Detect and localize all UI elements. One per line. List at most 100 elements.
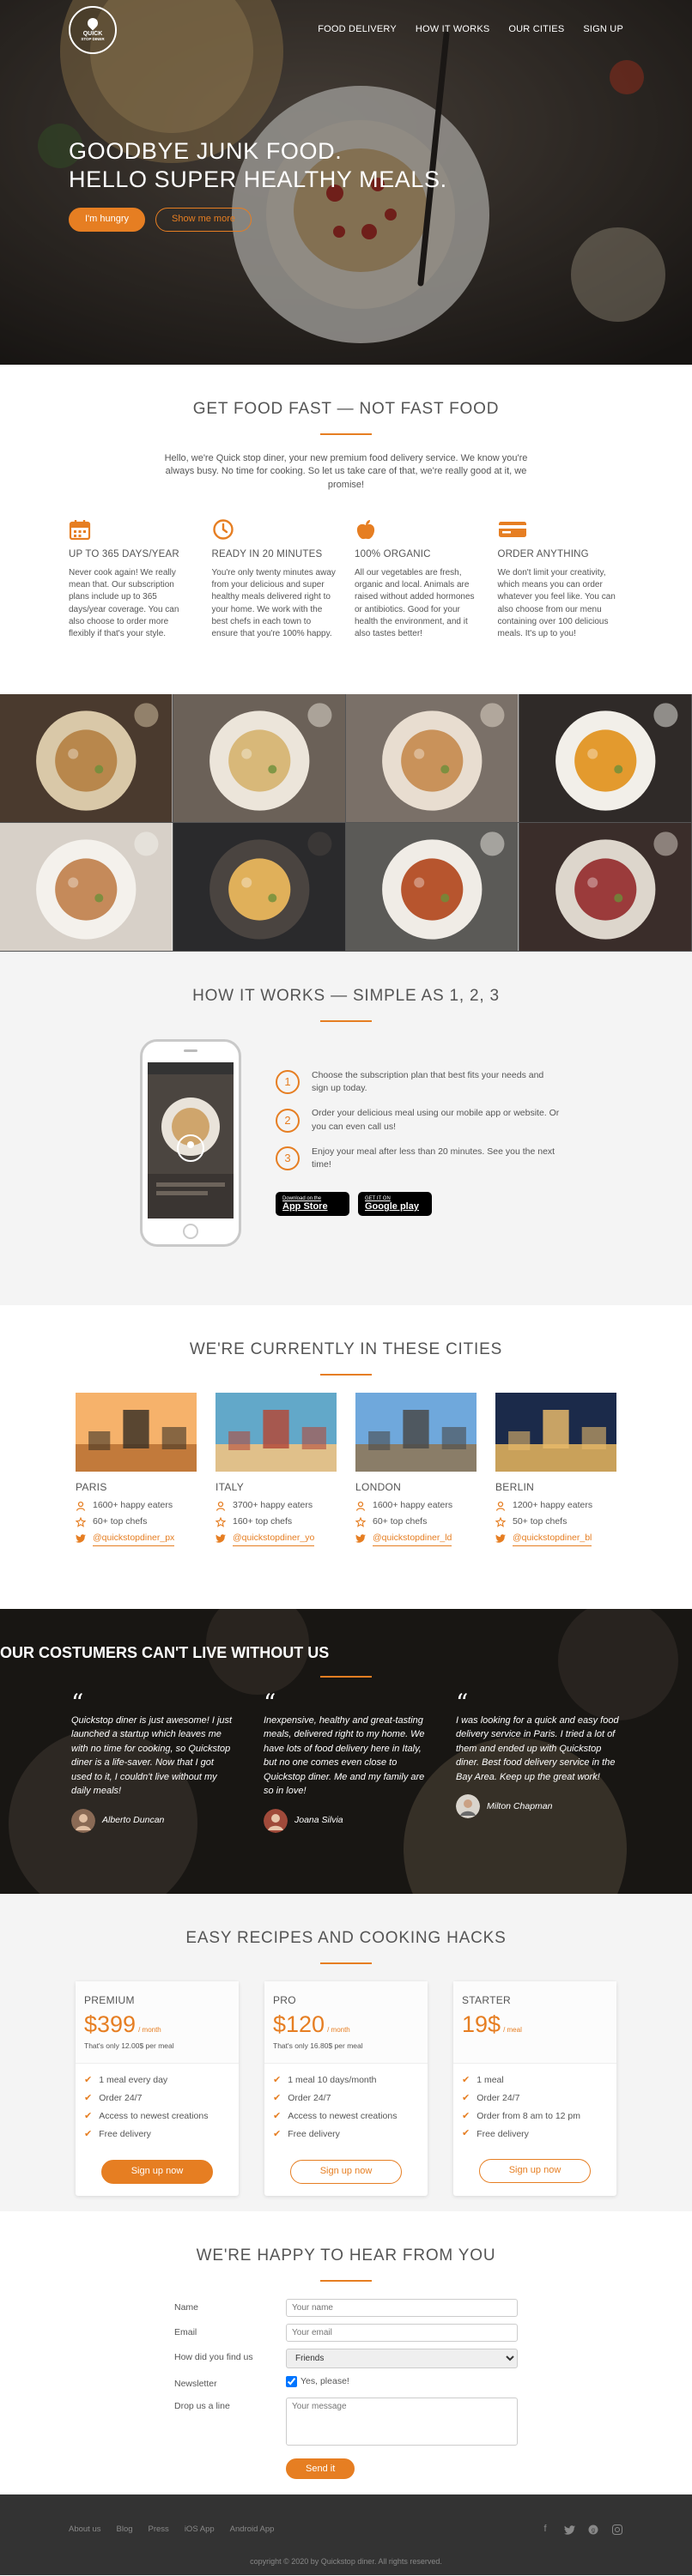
person-icon	[495, 1501, 506, 1511]
author-name: Milton Chapman	[487, 1800, 553, 1811]
city-card-berlin: BERLIN 1200+ happy eaters 50+ top chefs @qu…	[495, 1392, 616, 1550]
city-name: LONDON	[355, 1480, 402, 1493]
testimonial-text: I was looking for a quick and easy food …	[456, 1714, 619, 1782]
testimonial-text: Quickstop diner is just awesome! I just …	[71, 1714, 233, 1797]
hungry-button[interactable]: I'm hungry	[69, 207, 146, 232]
city-twitter-link[interactable]: @quickstopdiner_px	[93, 1532, 175, 1546]
nav-link-food-delivery[interactable]: FOOD DELIVERY	[318, 23, 397, 37]
phone-mockup	[140, 1038, 241, 1247]
plan-signup-button[interactable]: Sign up now	[100, 2159, 214, 2184]
footer-link-ios-app[interactable]: iOS App	[185, 2524, 215, 2536]
city-image	[76, 1392, 197, 1472]
testimonial-author: Alberto Duncan	[71, 1808, 236, 1833]
brand-logo[interactable]: QUICK STOP DINER	[69, 6, 117, 54]
nav-links: FOOD DELIVERY HOW IT WORKS OUR CITIES SI…	[318, 23, 623, 37]
title-divider	[320, 1962, 372, 1964]
feature-item: ORDER ANYTHING We don't limit your creat…	[498, 518, 624, 640]
checkmark-icon: ✔	[462, 2092, 470, 2103]
checkmark-icon: ✔	[462, 2128, 470, 2139]
footer-link-android-app[interactable]: Android App	[230, 2524, 275, 2536]
checkmark-icon: ✔	[273, 2092, 282, 2103]
plan-card-starter: STARTER 19$ / meal ✔ 1 meal ✔ Order 24/7 ✔ Order…	[453, 1980, 616, 2196]
meal-image	[0, 823, 173, 951]
city-name: BERLIN	[495, 1480, 535, 1493]
star-icon	[215, 1516, 226, 1527]
instagram-icon[interactable]	[611, 2524, 623, 2536]
feature-text: All our vegetables are fresh, organic an…	[355, 568, 475, 638]
footer-link-press[interactable]: Press	[149, 2524, 169, 2536]
city-twitter-link[interactable]: @quickstopdiner_yo	[233, 1532, 315, 1546]
plan-price-period: / meal	[503, 2025, 522, 2034]
newsletter-checkbox[interactable]	[286, 2375, 297, 2387]
city-twitter-link[interactable]: @quickstopdiner_bl	[513, 1532, 592, 1546]
avatar	[264, 1808, 288, 1833]
name-label: Name	[174, 2301, 199, 2313]
person-icon	[215, 1501, 226, 1511]
plan-header: STARTER 19$ / meal	[453, 1980, 616, 2064]
contact-section: WE'RE HAPPY TO HEAR FROM YOU Name Email …	[0, 2211, 692, 2494]
plan-price-value: $399	[84, 2011, 137, 2037]
name-field[interactable]	[286, 2298, 518, 2317]
nav-link-our-cities[interactable]: OUR CITIES	[508, 23, 564, 37]
meal-image	[173, 823, 345, 951]
city-twitter-row: @quickstopdiner_yo	[215, 1532, 337, 1546]
main-navigation: QUICK STOP DINER FOOD DELIVERY HOW IT WO…	[0, 0, 692, 60]
plan-feature-text: Free delivery	[99, 2129, 151, 2140]
plan-feature: ✔ 1 meal 10 days/month	[273, 2074, 419, 2088]
plan-feature-text: Free delivery	[477, 2128, 529, 2139]
app-store-button[interactable]: Download on the App Store	[276, 1192, 349, 1217]
quote-mark-icon: “	[264, 1689, 276, 1718]
app-screenshot	[148, 1061, 234, 1218]
city-eaters-row: 1200+ happy eaters	[495, 1499, 616, 1512]
plan-card-pro: PRO $120/ month That's only 16.80$ per mea…	[264, 1980, 428, 2196]
how-it-works-title: HOW IT WORKS — SIMPLE AS 1, 2, 3	[192, 987, 500, 1005]
testimonials-section: OUR COSTUMERS CAN'T LIVE WITHOUT US “ Qu…	[0, 1609, 692, 1894]
footer-link-about[interactable]: About us	[69, 2524, 101, 2536]
testimonial-text: Inexpensive, healthy and great-tasting m…	[264, 1714, 425, 1797]
plan-price-note: That's only 12.00$ per meal	[84, 2041, 174, 2050]
calendar-icon	[69, 520, 91, 541]
meal-image	[173, 694, 345, 822]
footer-link-blog[interactable]: Blog	[117, 2524, 133, 2536]
plan-feature-text: Order 24/7	[288, 2093, 331, 2104]
steps-list: 1 Choose the subscription plan that best…	[276, 1069, 561, 1217]
google-plus-icon[interactable]: g	[587, 2524, 599, 2536]
city-chefs-row: 60+ top chefs	[355, 1515, 477, 1528]
steps-container: 1 Choose the subscription plan that best…	[131, 1038, 561, 1247]
person-icon	[76, 1501, 86, 1511]
facebook-icon[interactable]: f	[539, 2524, 551, 2536]
testimonial-author: Joana Silvia	[264, 1808, 428, 1833]
plan-feature: ✔ 1 meal	[462, 2074, 608, 2088]
plan-signup-button[interactable]: Sign up now	[289, 2159, 403, 2184]
checkmark-icon: ✔	[462, 2074, 470, 2085]
send-button[interactable]: Send it	[286, 2458, 355, 2480]
plan-feature: ✔ Order 24/7	[273, 2092, 419, 2106]
plans-section: EASY RECIPES AND COOKING HACKS PREMIUM $3…	[0, 1894, 692, 2211]
twitter-icon[interactable]	[563, 2524, 575, 2536]
google-play-label: Google play	[365, 1200, 419, 1212]
email-field[interactable]	[286, 2323, 518, 2342]
star-icon	[76, 1516, 86, 1527]
form-row: Drop us a line	[174, 2397, 518, 2450]
city-name: PARIS	[76, 1480, 107, 1493]
svg-text:g: g	[592, 2528, 595, 2534]
plan-header: PRO $120/ month That's only 16.80$ per mea…	[264, 1980, 428, 2064]
checkmark-icon: ✔	[84, 2092, 93, 2103]
google-play-button[interactable]: GET IT ON Google play	[358, 1192, 432, 1217]
meals-showcase	[0, 694, 692, 952]
city-image	[495, 1392, 616, 1472]
meal-image	[519, 823, 691, 951]
show-more-button[interactable]: Show me more	[155, 207, 252, 232]
message-field[interactable]	[286, 2397, 518, 2446]
city-twitter-link[interactable]: @quickstopdiner_ld	[373, 1532, 452, 1546]
nav-link-sign-up[interactable]: SIGN UP	[583, 23, 623, 37]
plan-signup-button[interactable]: Sign up now	[478, 2159, 592, 2184]
feature-item: UP TO 365 DAYS/YEAR Never cook again! We…	[69, 518, 195, 640]
nav-link-how-it-works[interactable]: HOW IT WORKS	[416, 23, 490, 37]
plan-feature: ✔ Access to newest creations	[273, 2110, 419, 2124]
feature-text: You're only twenty minutes away from you…	[211, 568, 336, 638]
newsletter-label: Newsletter	[174, 2378, 217, 2389]
find-us-select[interactable]: Friends	[286, 2348, 518, 2368]
avatar	[71, 1808, 95, 1833]
city-name: ITALY	[215, 1480, 245, 1493]
